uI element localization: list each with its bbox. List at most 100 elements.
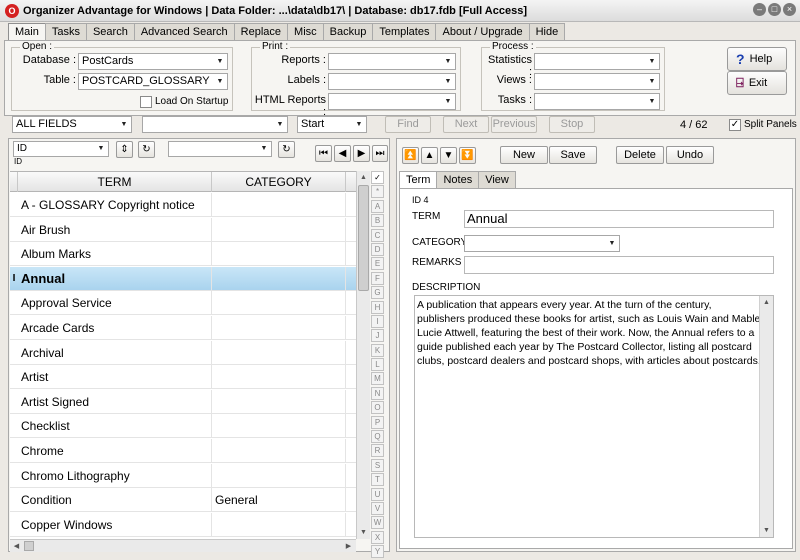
term-field[interactable]: Annual — [464, 210, 774, 228]
scroll-up-icon[interactable]: ▲ — [760, 296, 773, 309]
tab-replace[interactable]: Replace — [233, 23, 289, 41]
load-on-startup-checkbox[interactable] — [140, 96, 152, 108]
table-row[interactable]: Checklist — [10, 414, 356, 439]
alphabet-index-item[interactable]: M — [371, 372, 384, 386]
statistics-select[interactable]: ▼ — [534, 53, 660, 70]
tab-term[interactable]: Term — [399, 171, 438, 189]
tab-hide[interactable]: Hide — [528, 23, 566, 41]
stop-button[interactable]: Stop — [549, 116, 595, 133]
exit-button[interactable]: ⍈ Exit — [727, 71, 787, 95]
alphabet-index-item[interactable]: S — [371, 458, 384, 472]
term-cell[interactable]: Condition — [18, 488, 212, 513]
alphabet-index-item[interactable]: O — [371, 401, 384, 415]
alphabet-index-item[interactable]: ✓ — [371, 171, 384, 184]
category-cell[interactable] — [212, 414, 346, 439]
table-row[interactable]: Air Brush — [10, 217, 356, 242]
scroll-right-icon[interactable]: ▶ — [342, 540, 355, 553]
scroll-left-icon[interactable]: ◀ — [10, 540, 23, 553]
alphabet-index-item[interactable]: B — [371, 214, 384, 228]
sort-field-select[interactable]: ID ▼ — [13, 141, 109, 157]
term-cell[interactable]: Copper Windows — [18, 512, 212, 537]
delete-button[interactable]: Delete — [616, 146, 664, 164]
term-cell[interactable]: A - GLOSSARY Copyright notice — [18, 193, 212, 217]
table-row[interactable]: Copper Windows — [10, 512, 356, 537]
alphabet-index-item[interactable]: P — [371, 415, 384, 429]
category-cell[interactable]: General — [212, 488, 346, 513]
new-button[interactable]: New — [500, 146, 548, 164]
next-button[interactable]: Next — [443, 116, 489, 133]
table-row[interactable]: Approval Service — [10, 291, 356, 316]
description-field[interactable]: A publication that appears every year. A… — [414, 295, 774, 538]
alphabet-index-item[interactable]: Y — [371, 545, 384, 559]
term-cell[interactable]: Air Brush — [18, 217, 212, 242]
alphabet-index-item[interactable]: R — [371, 444, 384, 458]
alphabet-index-item[interactable]: * — [371, 185, 384, 199]
table-select[interactable]: POSTCARD_GLOSSARY ▼ — [78, 73, 228, 90]
last-record-icon[interactable]: ⏭ — [372, 145, 388, 162]
column-header-category[interactable]: CATEGORY — [212, 172, 346, 192]
match-mode-select[interactable]: Start ▼ — [297, 116, 367, 133]
category-cell[interactable] — [212, 365, 346, 390]
category-cell[interactable] — [212, 512, 346, 537]
alphabet-index-item[interactable]: E — [371, 257, 384, 271]
previous-button[interactable]: Previous — [491, 116, 537, 133]
tab-about-upgrade[interactable]: About / Upgrade — [435, 23, 530, 41]
reports-select[interactable]: ▼ — [328, 53, 456, 70]
alphabet-index-item[interactable]: X — [371, 530, 384, 544]
filter-select[interactable]: ▼ — [168, 141, 272, 157]
term-cell[interactable]: Chromo Lithography — [18, 463, 212, 488]
tab-notes[interactable]: Notes — [436, 171, 480, 188]
term-cell[interactable]: Arcade Cards — [18, 316, 212, 340]
minimize-icon[interactable]: – — [753, 3, 766, 16]
search-field-select[interactable]: ALL FIELDS ▼ — [12, 116, 132, 133]
category-cell[interactable] — [212, 266, 346, 291]
split-panels-checkbox[interactable]: ✓ — [729, 119, 741, 131]
alphabet-index-item[interactable]: W — [371, 516, 384, 530]
table-row[interactable]: I Annual — [10, 266, 356, 291]
alphabet-index-item[interactable]: I — [371, 314, 384, 328]
views-select[interactable]: ▼ — [534, 73, 660, 90]
refresh-icon[interactable]: ↻ — [138, 141, 155, 158]
tab-search[interactable]: Search — [85, 23, 135, 41]
alphabet-index-item[interactable]: N — [371, 386, 384, 400]
category-cell[interactable] — [212, 217, 346, 242]
alphabet-index-item[interactable]: D — [371, 242, 384, 256]
table-row[interactable]: Album Marks — [10, 242, 356, 267]
last-field-icon[interactable]: ⏬ — [459, 147, 476, 164]
term-cell[interactable]: Artist Signed — [18, 389, 212, 414]
table-row[interactable]: Artist — [10, 365, 356, 390]
scroll-down-icon[interactable]: ▼ — [357, 526, 370, 539]
category-cell[interactable] — [212, 463, 346, 488]
term-cell[interactable]: Checklist — [18, 414, 212, 439]
tab-advanced-search[interactable]: Advanced Search — [133, 23, 235, 41]
alphabet-index-item[interactable]: V — [371, 501, 384, 515]
alphabet-index-item[interactable]: C — [371, 228, 384, 242]
html-reports-select[interactable]: ▼ — [328, 93, 456, 110]
category-cell[interactable] — [212, 242, 346, 267]
alphabet-index-item[interactable]: L — [371, 358, 384, 372]
term-cell[interactable]: Archival — [18, 340, 212, 365]
term-cell[interactable]: Approval Service — [18, 291, 212, 316]
category-cell[interactable] — [212, 193, 346, 217]
scroll-down-icon[interactable]: ▼ — [760, 524, 773, 537]
alphabet-index-item[interactable]: J — [371, 329, 384, 343]
grid-horizontal-scrollbar[interactable]: ◀ ▶ — [10, 539, 356, 552]
term-cell[interactable]: Album Marks — [18, 242, 212, 267]
find-button[interactable]: Find — [385, 116, 431, 133]
term-cell[interactable]: Chrome — [18, 439, 212, 463]
prev-record-icon[interactable]: ◀ — [334, 145, 351, 162]
tab-misc[interactable]: Misc — [287, 23, 324, 41]
help-button[interactable]: ? Help — [727, 47, 787, 71]
tab-tasks[interactable]: Tasks — [44, 23, 87, 41]
scroll-thumb[interactable] — [358, 185, 369, 291]
alphabet-index-item[interactable]: F — [371, 271, 384, 285]
table-row[interactable]: Arcade Cards — [10, 316, 356, 340]
category-cell[interactable] — [212, 316, 346, 340]
category-cell[interactable] — [212, 439, 346, 463]
search-text-input[interactable]: ▼ — [142, 116, 288, 133]
category-cell[interactable] — [212, 291, 346, 316]
save-button[interactable]: Save — [549, 146, 597, 164]
tasks-select[interactable]: ▼ — [534, 93, 660, 110]
grid-vertical-scrollbar[interactable]: ▲ ▼ — [356, 171, 370, 539]
next-record-icon[interactable]: ▶ — [353, 145, 370, 162]
